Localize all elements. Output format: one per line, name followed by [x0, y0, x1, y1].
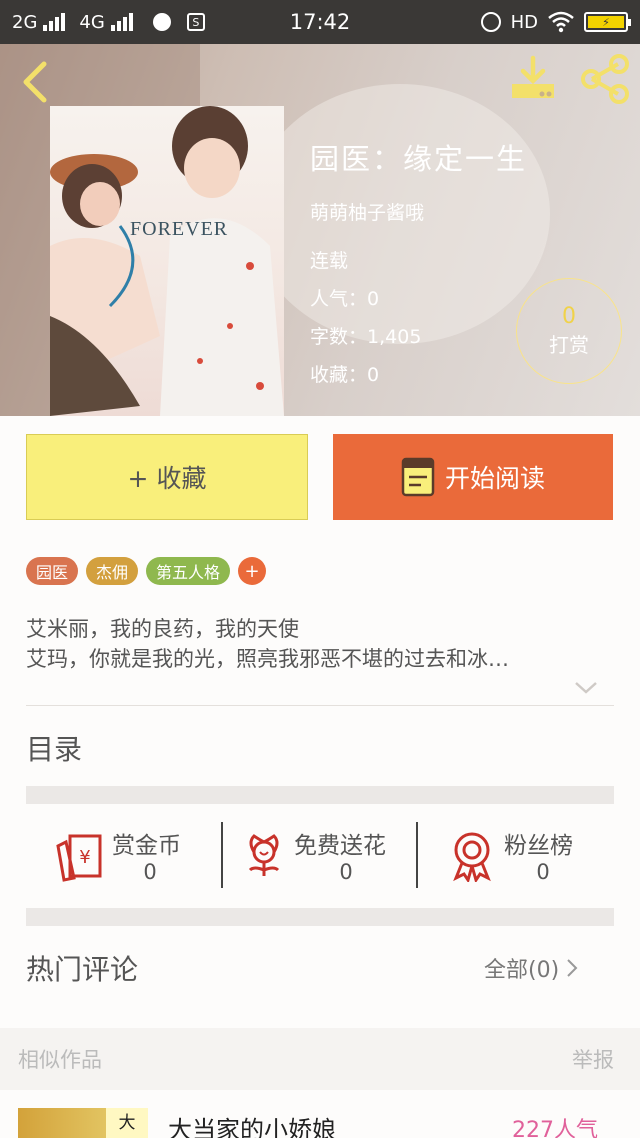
red-envelope-icon: ¥ — [56, 834, 102, 882]
stat-label: 免费送花 — [294, 833, 386, 859]
popularity-stat: 人气：0 — [310, 284, 379, 311]
reward-count: 0 — [562, 304, 576, 329]
coin-reward-stat[interactable]: ¥ 赏金币 0 — [54, 822, 204, 892]
similar-book-cover[interactable]: 大 — [18, 1108, 148, 1138]
report-link[interactable]: 举报 — [572, 1044, 614, 1074]
section-separator — [26, 908, 614, 926]
book-icon — [401, 457, 435, 497]
book-header: FOREVER 园医：缘定一生 萌萌柚子酱哦 连载 人气：0 字数：1,405 … — [0, 44, 640, 416]
collect-button[interactable]: + 收藏 — [26, 434, 308, 520]
download-icon[interactable] — [506, 54, 560, 104]
reward-label: 打赏 — [549, 333, 589, 357]
similar-works-title: 相似作品 — [18, 1048, 102, 1072]
favorites-value: 0 — [367, 364, 380, 386]
book-author[interactable]: 萌萌柚子酱哦 — [310, 198, 424, 225]
signal-icon — [110, 13, 133, 31]
tag-item[interactable]: 第五人格 — [146, 557, 231, 585]
stat-value: 0 — [339, 860, 353, 884]
word-count-label: 字数： — [310, 326, 368, 348]
wifi-icon — [548, 11, 574, 33]
signal-icon — [43, 13, 66, 31]
chevron-down-icon[interactable] — [574, 680, 598, 696]
thumb-text: 大 — [106, 1108, 148, 1138]
status-bar: 2G 4G S 17:42 HD ⚡ — [0, 0, 640, 44]
share-icon[interactable] — [578, 54, 632, 104]
toc-title[interactable]: 目录 — [26, 728, 82, 768]
book-cover[interactable]: FOREVER — [50, 106, 284, 416]
stat-value: 0 — [143, 860, 157, 884]
cover-illustration — [50, 106, 284, 416]
svg-text:¥: ¥ — [79, 847, 90, 868]
app-notification-icon — [152, 13, 171, 31]
free-flower-stat[interactable]: 免费送花 0 — [240, 822, 410, 892]
favorites-stat: 收藏：0 — [310, 360, 379, 387]
stat-divider — [221, 822, 223, 888]
start-reading-button[interactable]: 开始阅读 — [333, 434, 613, 520]
add-tag-button[interactable]: + — [238, 557, 267, 585]
reward-button[interactable]: 0 打赏 — [516, 278, 622, 384]
tag-item[interactable]: 杰佣 — [86, 557, 139, 585]
section-separator — [26, 786, 614, 804]
similar-book-popularity: 227人气 — [512, 1118, 598, 1138]
network-2g-label: 2G — [12, 11, 38, 33]
synopsis-line: 艾米丽，我的良药，我的天使 — [26, 617, 299, 641]
synopsis-line: 艾玛，你就是我的光，照亮我邪恶不堪的过去和冰… — [26, 647, 509, 671]
favorites-label: 收藏： — [310, 364, 368, 386]
flower-icon — [248, 834, 280, 876]
stat-label: 赏金币 — [112, 833, 181, 859]
alarm-icon — [480, 12, 501, 32]
tag-item[interactable]: 园医 — [26, 557, 79, 585]
collect-label: + 收藏 — [127, 464, 207, 493]
battery-charging-icon: ⚡ — [584, 12, 631, 32]
chevron-right-icon — [567, 959, 578, 977]
hd-label: HD — [510, 11, 538, 33]
fan-ranking-stat[interactable]: 粉丝榜 0 — [448, 822, 598, 892]
medal-icon — [453, 832, 491, 882]
word-count-value: 1,405 — [367, 326, 422, 348]
cover-text: FOREVER — [130, 218, 229, 240]
stat-label: 粉丝榜 — [504, 833, 573, 859]
tag-list: 园医 杰佣 第五人格 + — [26, 557, 267, 585]
book-title: 园医：缘定一生 — [310, 142, 528, 176]
all-comments-label: 全部(0) — [484, 958, 560, 983]
sim-notification-icon: S — [186, 13, 205, 31]
popularity-label: 人气： — [310, 288, 368, 310]
book-status: 连载 — [310, 250, 349, 272]
stat-value: 0 — [536, 860, 550, 884]
start-reading-label: 开始阅读 — [444, 464, 545, 493]
back-icon[interactable] — [16, 58, 56, 106]
all-comments-link[interactable]: 全部(0) — [484, 952, 579, 984]
popularity-value: 0 — [367, 288, 380, 310]
similar-book-title[interactable]: 大当家的小娇娘 — [168, 1110, 336, 1138]
stat-divider — [416, 822, 418, 888]
synopsis[interactable]: 艾米丽，我的良药，我的天使 艾玛，你就是我的光，照亮我邪恶不堪的过去和冰… — [26, 614, 606, 674]
network-4g-label: 4G — [79, 11, 105, 33]
hot-comments-title: 热门评论 — [26, 953, 139, 986]
divider — [26, 705, 614, 706]
word-count-stat: 字数：1,405 — [310, 322, 421, 349]
